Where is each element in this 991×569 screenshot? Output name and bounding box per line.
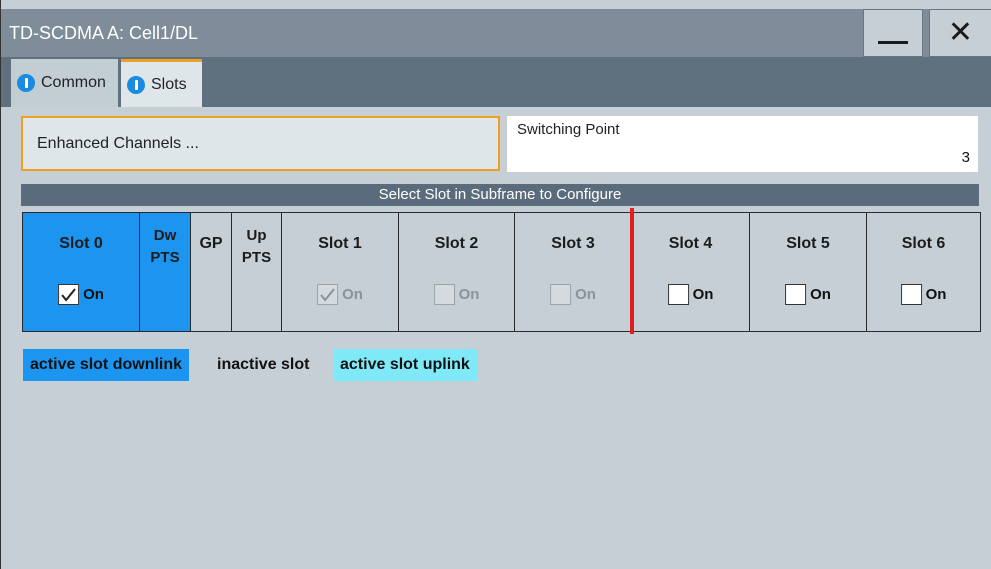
slot-5-on-label: On — [810, 286, 831, 303]
slot-0-label: Slot 0 — [59, 235, 103, 252]
slot-3-cell[interactable]: Slot 3 On — [514, 213, 631, 331]
slot-row: Slot 0 On Dw PTS GP Up PTS Slot 1 On Slo… — [22, 212, 981, 332]
slot-5-label: Slot 5 — [786, 235, 830, 252]
slot-2-label: Slot 2 — [434, 235, 479, 252]
checkmark-icon — [317, 284, 339, 305]
slot-1-label: Slot 1 — [318, 235, 362, 252]
slot-1-on-label: On — [342, 286, 363, 303]
dwpts-cell[interactable]: Dw PTS — [139, 213, 190, 331]
slot-5-checkbox[interactable]: On — [785, 284, 831, 305]
slot-3-label: Slot 3 — [551, 235, 595, 252]
slot-2-checkbox[interactable]: On — [433, 284, 480, 305]
enhanced-channels-button[interactable]: Enhanced Channels ... — [21, 116, 500, 171]
minimize-icon — [878, 40, 908, 44]
minimize-button[interactable] — [863, 9, 923, 57]
switching-point-field[interactable]: Switching Point 3 — [507, 116, 978, 172]
info-icon — [17, 74, 35, 92]
legend-active-downlink: active slot downlink — [23, 349, 190, 381]
slot-2-cell[interactable]: Slot 2 On — [398, 213, 514, 331]
slot-0-cell[interactable]: Slot 0 On — [22, 213, 139, 331]
legend-active-uplink: active slot uplink — [333, 349, 477, 381]
tab-slots[interactable]: Slots — [121, 59, 202, 107]
info-icon — [127, 75, 145, 94]
tab-bar: Common Slots — [1, 57, 991, 107]
slot-3-on-label: On — [575, 286, 596, 303]
dwpts-label: Dw PTS — [150, 227, 180, 266]
slot-4-cell[interactable]: Slot 4 On — [631, 213, 749, 331]
slot-4-on-label: On — [692, 286, 714, 303]
checkbox-empty-icon — [900, 284, 922, 305]
slot-6-label: Slot 6 — [901, 235, 946, 252]
title-bar: TD-SCDMA A: Cell1/DL ✕ — [1, 9, 991, 57]
checkbox-empty-icon — [550, 284, 572, 305]
uppts-cell[interactable]: Up PTS — [231, 213, 281, 331]
uppts-label: Up PTS — [241, 227, 272, 266]
slot-4-label: Slot 4 — [668, 235, 713, 252]
slot-3-checkbox[interactable]: On — [550, 284, 596, 305]
gp-cell[interactable]: GP — [190, 213, 231, 331]
gp-label: GP — [199, 235, 223, 252]
close-button[interactable]: ✕ — [929, 9, 991, 57]
slot-0-checkbox[interactable]: On — [58, 284, 104, 305]
checkbox-empty-icon — [433, 284, 455, 305]
window-title: TD-SCDMA A: Cell1/DL — [9, 23, 199, 43]
switching-point-marker — [630, 208, 634, 334]
dialog-window: TD-SCDMA A: Cell1/DL ✕ Common Slots Enha… — [0, 0, 991, 569]
slot-6-checkbox[interactable]: On — [900, 284, 947, 305]
slot-4-checkbox[interactable]: On — [667, 284, 714, 305]
slot-1-checkbox[interactable]: On — [317, 284, 363, 305]
slot-5-cell[interactable]: Slot 5 On — [749, 213, 866, 331]
slot-2-on-label: On — [458, 286, 480, 303]
tab-common[interactable]: Common — [11, 59, 118, 107]
switching-point-value: 3 — [961, 149, 970, 166]
slot-6-on-label: On — [925, 286, 947, 303]
checkmark-icon — [58, 284, 80, 305]
close-icon: ✕ — [947, 16, 974, 49]
tab-common-label: Common — [41, 74, 106, 91]
slot-6-cell[interactable]: Slot 6 On — [866, 213, 981, 331]
checkbox-empty-icon — [785, 284, 807, 305]
slot-selection-header: Select Slot in Subframe to Configure — [21, 184, 979, 206]
checkbox-empty-icon — [667, 284, 689, 305]
slot-1-cell[interactable]: Slot 1 On — [281, 213, 398, 331]
slot-0-on-label: On — [83, 286, 104, 303]
switching-point-label: Switching Point — [517, 121, 620, 138]
legend-inactive: inactive slot — [217, 356, 310, 373]
tab-slots-label: Slots — [151, 75, 187, 93]
